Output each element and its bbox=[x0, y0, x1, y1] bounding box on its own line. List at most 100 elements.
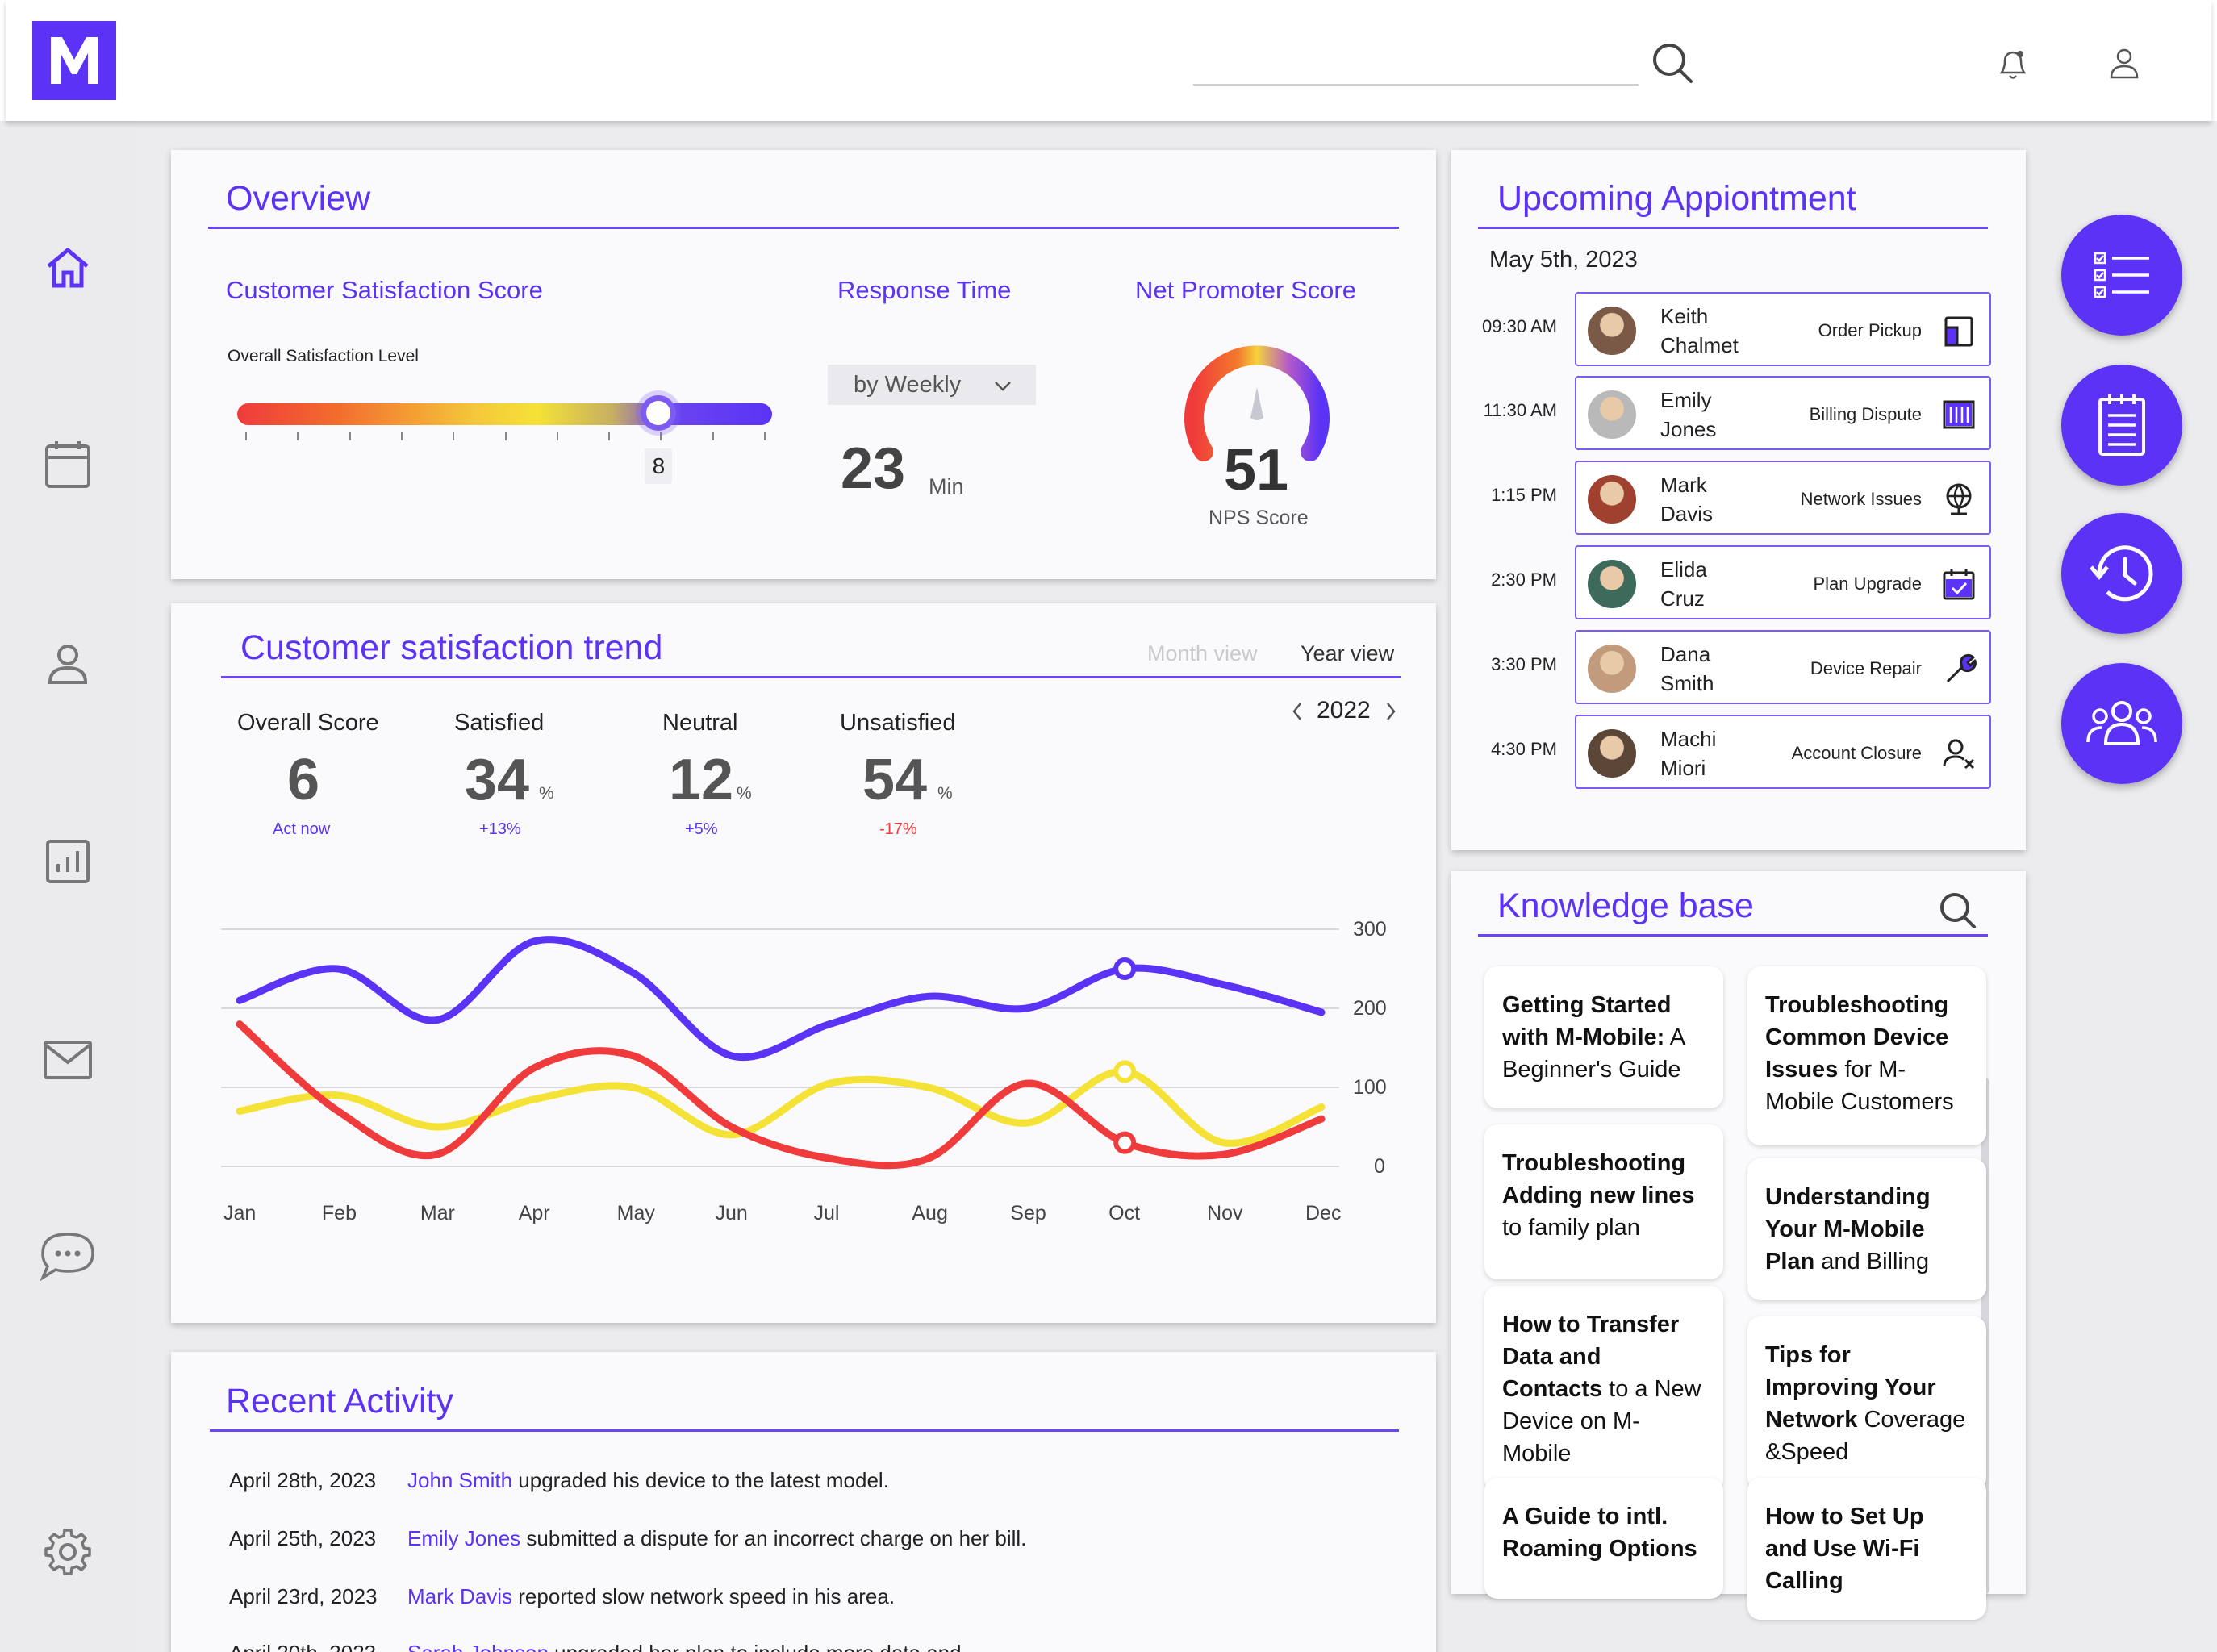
activity-divider bbox=[210, 1429, 1399, 1432]
activity-date: April 20th, 2023 bbox=[229, 1641, 407, 1652]
y-tick-label: 0 bbox=[1374, 1155, 1385, 1178]
article-title: A Guide to intl. Roaming Options bbox=[1502, 1504, 1697, 1562]
team-icon bbox=[2086, 701, 2157, 745]
notes-button[interactable] bbox=[2061, 365, 2182, 486]
knowledge-article[interactable]: Tips for Improving Your Network Coverage… bbox=[1747, 1316, 1986, 1491]
x-tick-label: May bbox=[616, 1202, 655, 1224]
highlight-point-0[interactable] bbox=[1113, 957, 1137, 980]
search-input[interactable] bbox=[1193, 84, 1639, 86]
activity-item: April 25th, 2023 Emily Jones submitted a … bbox=[229, 1526, 1026, 1551]
bell-icon[interactable] bbox=[1995, 45, 2031, 82]
appointment-card[interactable]: Keith Chalmet Order Pickup bbox=[1575, 292, 1991, 366]
appointment-card[interactable]: Elida Cruz Plan Upgrade bbox=[1575, 545, 1991, 620]
highlight-point-1[interactable] bbox=[1113, 1060, 1137, 1083]
appointment-name: Emily Jones bbox=[1660, 388, 1717, 441]
activity-item: April 20th, 2023Sarah Johnson upgraded h… bbox=[229, 1641, 962, 1652]
notepad-icon bbox=[2098, 394, 2145, 456]
search-icon[interactable] bbox=[1650, 40, 1695, 86]
article-subtitle: to family plan bbox=[1502, 1215, 1640, 1241]
activity-user-link[interactable]: Emily Jones bbox=[407, 1526, 520, 1550]
appointment-name: Keith Chalmet bbox=[1660, 304, 1739, 357]
knowledge-article[interactable]: Troubleshooting Adding new lines to fami… bbox=[1484, 1124, 1723, 1279]
task-list-button[interactable] bbox=[2061, 215, 2182, 336]
appointment-name: Elida Cruz bbox=[1660, 557, 1707, 611]
appointment-time: 09:30 AM bbox=[1482, 316, 1557, 336]
knowledge-article[interactable]: How to Set Up and Use Wi-Fi Calling bbox=[1747, 1478, 1986, 1620]
search-icon[interactable] bbox=[1938, 891, 1977, 929]
x-tick-label: Jul bbox=[813, 1202, 840, 1224]
user-icon[interactable] bbox=[2106, 45, 2142, 81]
appointment-type: Order Pickup bbox=[1818, 320, 1922, 340]
appointment-type: Account Closure bbox=[1791, 743, 1922, 763]
x-tick-label: Aug bbox=[912, 1202, 948, 1224]
appointments-title: Upcoming Appiontment bbox=[1497, 179, 1856, 218]
appointment-type: Billing Dispute bbox=[1809, 404, 1922, 424]
team-button[interactable] bbox=[2061, 663, 2182, 784]
appointment-card[interactable]: Emily Jones Billing Dispute bbox=[1575, 376, 1991, 450]
appointment-card[interactable]: Mark Davis Network Issues bbox=[1575, 461, 1991, 535]
appointments-divider bbox=[1478, 227, 1988, 229]
knowledge-article[interactable]: A Guide to intl. Roaming Options bbox=[1484, 1478, 1723, 1599]
knowledge-article[interactable]: How to Transfer Data and Contacts to a N… bbox=[1484, 1286, 1723, 1492]
appointment-name: Mark Davis bbox=[1660, 473, 1714, 526]
calendar-check-icon bbox=[1943, 569, 1975, 600]
history-button[interactable] bbox=[2061, 513, 2182, 634]
knowledge-divider bbox=[1478, 934, 1988, 937]
appointment-type: Network Issues bbox=[1800, 489, 1922, 509]
avatar bbox=[1588, 560, 1636, 608]
activity-item: April 28th, 2023 John Smith upgraded his … bbox=[229, 1468, 889, 1493]
y-tick-label: 100 bbox=[1353, 1076, 1387, 1099]
activity-date: April 25th, 2023 bbox=[229, 1526, 377, 1550]
appointment-name: Dana Smith bbox=[1660, 642, 1714, 695]
knowledge-article[interactable]: Understanding Your M-Mobile Plan and Bil… bbox=[1747, 1158, 1986, 1300]
highlight-point-2[interactable] bbox=[1113, 1131, 1137, 1154]
avatar bbox=[1588, 307, 1636, 355]
x-tick-label: Sep bbox=[1010, 1202, 1046, 1224]
avatar bbox=[1588, 475, 1636, 524]
appointment-type: Device Repair bbox=[1810, 658, 1922, 678]
activity-text: upgraded his device to the latest model. bbox=[512, 1468, 889, 1492]
series-line-1 bbox=[236, 1067, 1326, 1147]
logo-icon bbox=[51, 37, 98, 84]
knowledge-article[interactable]: Troubleshooting Common Device Issues for… bbox=[1747, 966, 1986, 1145]
x-tick-label: Jan bbox=[223, 1202, 257, 1224]
activity-text: submitted a dispute for an incorrect cha… bbox=[520, 1526, 1027, 1550]
top-bar bbox=[6, 0, 2211, 121]
activity-user-link[interactable]: Mark Davis bbox=[407, 1584, 512, 1608]
appointment-card[interactable]: Dana Smith Device Repair bbox=[1575, 630, 1991, 704]
task-list-icon bbox=[2094, 252, 2149, 298]
activity-title: Recent Activity bbox=[226, 1382, 453, 1420]
x-tick-label: Jun bbox=[715, 1202, 748, 1224]
article-title: Troubleshooting Adding new lines bbox=[1502, 1150, 1695, 1208]
activity-user-link[interactable]: Sarah Johnson bbox=[407, 1641, 549, 1652]
appointment-time: 4:30 PM bbox=[1491, 739, 1557, 759]
avatar bbox=[1588, 645, 1636, 693]
package-icon bbox=[1944, 316, 1973, 347]
history-icon bbox=[2090, 545, 2153, 602]
appointment-time: 2:30 PM bbox=[1491, 569, 1557, 590]
x-tick-label: Apr bbox=[518, 1202, 550, 1224]
appointments-date: May 5th, 2023 bbox=[1489, 247, 1638, 273]
appointment-time: 3:30 PM bbox=[1491, 654, 1557, 674]
activity-date: April 23rd, 2023 bbox=[229, 1584, 378, 1608]
activity-user-link[interactable]: John Smith bbox=[407, 1468, 512, 1492]
user-remove-icon bbox=[1943, 739, 1975, 770]
activity-text: reported slow network speed in his area. bbox=[512, 1584, 896, 1608]
activity-text: upgraded her plan to include more data a… bbox=[549, 1641, 961, 1652]
x-tick-label: Dec bbox=[1305, 1202, 1342, 1224]
globe-icon bbox=[1946, 483, 1972, 515]
series-line-0 bbox=[236, 936, 1326, 1061]
x-tick-label: Feb bbox=[321, 1202, 357, 1224]
knowledge-title: Knowledge base bbox=[1497, 886, 1754, 925]
appointment-time: 1:15 PM bbox=[1491, 485, 1557, 505]
activity-item: April 23rd, 2023 Mark Davis reported slow… bbox=[229, 1584, 895, 1609]
knowledge-article[interactable]: Getting Started with M-Mobile: A Beginne… bbox=[1484, 966, 1723, 1108]
avatar bbox=[1588, 729, 1636, 778]
logo[interactable] bbox=[32, 21, 116, 100]
article-subtitle: and Billing bbox=[1814, 1249, 1930, 1274]
article-title: Getting Started with M-Mobile: bbox=[1502, 992, 1672, 1050]
appointment-time: 11:30 AM bbox=[1483, 400, 1557, 420]
appointment-card[interactable]: Machi Miori Account Closure bbox=[1575, 715, 1991, 789]
appointment-name: Machi Miori bbox=[1660, 727, 1717, 780]
activity-date: April 28th, 2023 bbox=[229, 1468, 377, 1492]
